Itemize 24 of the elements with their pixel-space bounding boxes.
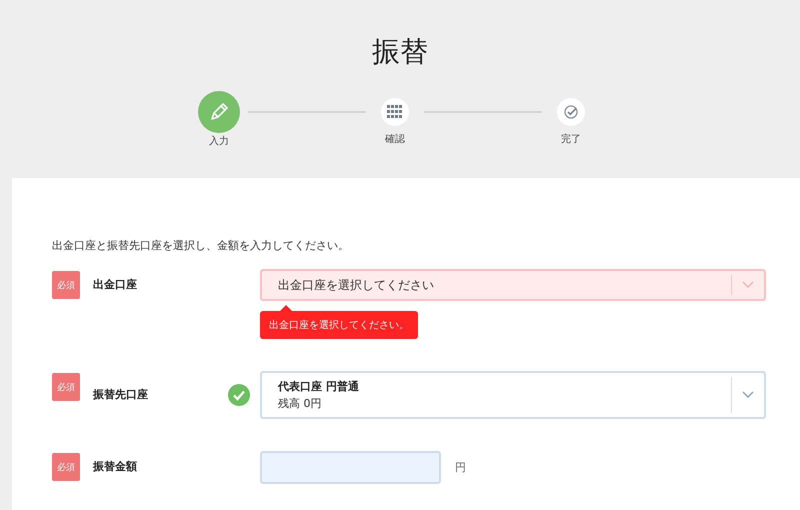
field-label: 振替金額: [92, 459, 138, 475]
account-select[interactable]: 代表口座 円普通 残高 0円: [260, 371, 766, 419]
check-circle-icon: [564, 105, 578, 119]
step-label: 入力: [209, 134, 229, 148]
unit-label: 円: [455, 460, 466, 475]
required-badge: 必須: [52, 373, 80, 401]
chevron-down-icon: [742, 281, 754, 289]
grid-icon: [387, 105, 403, 119]
required-badge: 必須: [52, 271, 80, 299]
page-title: 振替: [372, 34, 428, 70]
pencil-icon: [209, 102, 229, 122]
required-badge: 必須: [52, 453, 80, 481]
chevron-down-icon: [742, 391, 754, 399]
instruction-text: 出金口座と振替先口座を選択し、金額を入力してください。: [52, 238, 350, 253]
field-label: 振替先口座: [92, 387, 149, 403]
tooltip-arrow: [280, 305, 292, 311]
step-label: 完了: [561, 132, 581, 146]
select-placeholder: 出金口座を選択してください: [278, 276, 435, 294]
account-select[interactable]: 出金口座を選択してください: [260, 269, 766, 301]
amount-input[interactable]: [260, 451, 441, 484]
account-balance: 残高 0円: [278, 396, 322, 411]
account-name: 代表口座 円普通: [278, 379, 360, 394]
field-label: 出金口座: [92, 277, 138, 293]
step-label: 確認: [385, 132, 405, 146]
